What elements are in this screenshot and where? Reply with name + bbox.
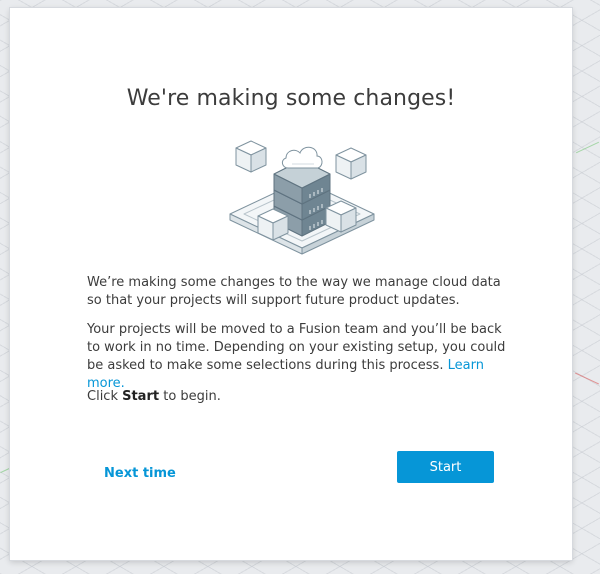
cloud-shape bbox=[281, 146, 323, 169]
background-accent-line-left bbox=[0, 467, 10, 474]
cube-front-left bbox=[257, 208, 289, 241]
cloud-server-stack-icon bbox=[229, 140, 375, 255]
instruction-suffix: to begin. bbox=[159, 389, 221, 404]
instruction-paragraph: Click Start to begin. bbox=[87, 388, 507, 406]
next-time-button[interactable]: Next time bbox=[104, 459, 184, 489]
instruction-start-keyword: Start bbox=[122, 389, 160, 404]
background-accent-line-right bbox=[575, 372, 599, 385]
intro-paragraph: We’re making some changes to the way we … bbox=[87, 275, 501, 308]
dialog-title: We're making some changes! bbox=[126, 86, 456, 111]
start-button[interactable]: Start bbox=[397, 451, 494, 483]
details-paragraph-text: Your projects will be moved to a Fusion … bbox=[87, 322, 506, 373]
cube-top-left bbox=[235, 140, 267, 173]
cube-top-right bbox=[335, 147, 367, 180]
cube-front-right bbox=[325, 200, 357, 233]
background-accent-line-top bbox=[575, 141, 600, 154]
instruction-prefix: Click bbox=[87, 389, 123, 404]
migration-dialog: We're making some changes! We’re making … bbox=[10, 8, 572, 560]
details-paragraph: Your projects will be moved to a Fusion … bbox=[87, 321, 507, 393]
